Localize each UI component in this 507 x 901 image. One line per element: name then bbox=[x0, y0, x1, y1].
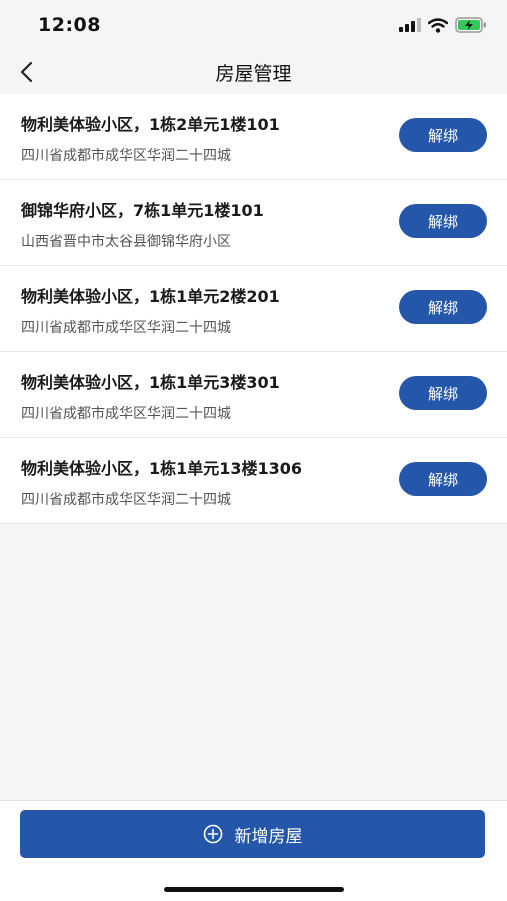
house-item: 物利美体验小区，1栋1单元13楼1306 四川省成都市成华区华润二十四城 解绑 bbox=[0, 438, 507, 524]
page-title: 房屋管理 bbox=[215, 63, 292, 85]
house-title: 物利美体验小区，1栋1单元2楼201 bbox=[21, 287, 280, 306]
house-address: 四川省成都市成华区华润二十四城 bbox=[21, 320, 231, 336]
home-indicator[interactable] bbox=[164, 887, 344, 892]
signal-icon bbox=[399, 18, 421, 32]
house-item: 御锦华府小区，7栋1单元1楼101 山西省晋中市太谷县御锦华府小区 解绑 bbox=[0, 180, 507, 266]
house-item: 物利美体验小区，1栋1单元3楼301 四川省成都市成华区华润二十四城 解绑 bbox=[0, 352, 507, 438]
add-house-button[interactable]: 新增房屋 bbox=[20, 810, 485, 858]
status-bar: 12:08 bbox=[0, 0, 507, 48]
house-address: 四川省成都市成华区华润二十四城 bbox=[21, 406, 231, 422]
house-item: 物利美体验小区，1栋1单元2楼201 四川省成都市成华区华润二十四城 解绑 bbox=[0, 266, 507, 352]
house-list: 物利美体验小区，1栋2单元1楼101 四川省成都市成华区华润二十四城 解绑 御锦… bbox=[0, 94, 507, 524]
status-time: 12:08 bbox=[38, 14, 101, 36]
unbind-button[interactable]: 解绑 bbox=[399, 462, 487, 496]
house-item: 物利美体验小区，1栋2单元1楼101 四川省成都市成华区华润二十四城 解绑 bbox=[0, 94, 507, 180]
house-address: 四川省成都市成华区华润二十四城 bbox=[21, 148, 231, 164]
bottom-action-area: 新增房屋 bbox=[0, 800, 507, 901]
plus-circle-icon bbox=[203, 824, 222, 844]
navigation-bar: 房屋管理 bbox=[0, 48, 507, 94]
unbind-button[interactable]: 解绑 bbox=[399, 376, 487, 410]
house-title: 御锦华府小区，7栋1单元1楼101 bbox=[21, 201, 264, 220]
house-title: 物利美体验小区，1栋1单元13楼1306 bbox=[21, 459, 303, 478]
unbind-button[interactable]: 解绑 bbox=[399, 118, 487, 152]
house-title: 物利美体验小区，1栋1单元3楼301 bbox=[21, 373, 280, 392]
status-icons bbox=[399, 16, 487, 34]
house-title: 物利美体验小区，1栋2单元1楼101 bbox=[21, 115, 280, 134]
unbind-button[interactable]: 解绑 bbox=[399, 204, 487, 238]
wifi-icon bbox=[428, 17, 448, 33]
add-house-label: 新增房屋 bbox=[234, 826, 303, 847]
house-address: 山西省晋中市太谷县御锦华府小区 bbox=[21, 234, 231, 250]
battery-charging-icon bbox=[455, 17, 486, 33]
unbind-button[interactable]: 解绑 bbox=[399, 290, 487, 324]
house-address: 四川省成都市成华区华润二十四城 bbox=[21, 492, 231, 508]
